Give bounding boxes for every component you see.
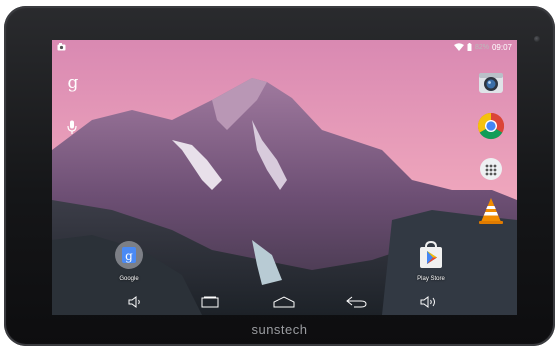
screenshot-notification-icon [57,43,66,51]
google-folder-icon: g [115,241,143,269]
tablet-screen: 82% 09:07 g g Google Play Store [52,40,517,315]
front-camera [534,36,540,42]
google-search-button[interactable]: g [66,74,80,92]
home-icon [273,296,295,308]
battery-percentage: 82% [474,43,489,51]
volume-up-icon [420,296,435,308]
play-store-icon [420,240,442,268]
desktop-icon-label: Play Store [417,276,445,282]
back-icon [346,296,367,308]
status-bar: 82% 09:07 [52,40,517,54]
wifi-icon [453,43,464,51]
voice-search-mic-icon[interactable] [66,120,78,134]
home-button[interactable] [273,294,295,310]
app-drawer-icon [480,158,502,180]
chrome-icon [477,112,505,140]
desktop-icon-label: Google [119,276,139,282]
device-brand-logo: sunstech [251,322,308,337]
volume-down-icon [128,296,140,308]
volume-up-button[interactable] [420,294,438,310]
vlc-icon [479,198,503,224]
clock: 09:07 [491,42,512,52]
svg-text:g: g [125,249,133,263]
camera-app-icon[interactable] [474,68,508,98]
desktop-folder-google[interactable]: g Google [105,240,153,282]
vlc-app-icon[interactable] [474,196,508,226]
volume-down-button[interactable] [128,294,144,310]
desktop-app-play-store[interactable]: Play Store [407,240,455,282]
app-drawer-button[interactable] [474,154,508,184]
recent-apps-button[interactable] [200,294,220,310]
camera-icon [479,73,503,93]
back-button[interactable] [346,294,368,310]
recent-apps-icon [201,296,219,308]
battery-icon [467,43,472,51]
chrome-app-icon[interactable] [474,111,508,141]
